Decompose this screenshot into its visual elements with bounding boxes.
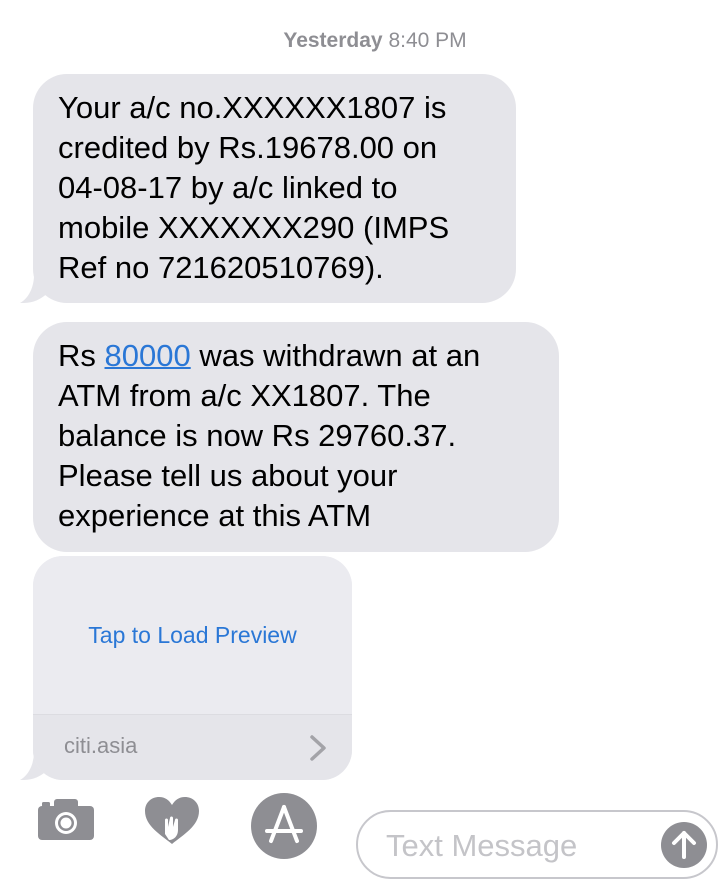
tap-to-load-preview[interactable]: Tap to Load Preview xyxy=(33,622,352,649)
preview-domain: citi.asia xyxy=(64,733,138,758)
imessage-screen: Yesterday 8:40 PM Your a/c no.XXXXXX1807… xyxy=(0,0,723,887)
preview-footer[interactable]: citi.asia xyxy=(33,715,352,780)
incoming-message-bubble[interactable]: Your a/c no.XXXXXX1807 is credited by Rs… xyxy=(33,74,516,303)
message-text: Rs 80000 was withdrawn at an ATM from a/… xyxy=(33,322,559,536)
timestamp-time: 8:40 PM xyxy=(388,29,467,52)
preview-body[interactable]: Tap to Load Preview xyxy=(33,556,352,715)
message-text-prefix: Rs xyxy=(58,338,105,373)
camera-icon[interactable] xyxy=(36,796,96,842)
message-text: Your a/c no.XXXXXX1807 is credited by Rs… xyxy=(58,90,450,285)
digital-touch-icon[interactable] xyxy=(141,794,203,848)
amount-link[interactable]: 80000 xyxy=(105,338,191,373)
chevron-right-icon xyxy=(310,735,326,761)
app-store-icon[interactable] xyxy=(249,791,319,861)
link-preview-card[interactable]: Tap to Load Preview citi.asia xyxy=(33,556,352,780)
send-arrow-icon[interactable] xyxy=(660,821,708,869)
timestamp-day: Yesterday xyxy=(283,29,383,52)
incoming-message-bubble[interactable]: Rs 80000 was withdrawn at an ATM from a/… xyxy=(33,322,559,552)
text-message-field[interactable] xyxy=(356,810,718,879)
text-message-input[interactable] xyxy=(384,822,648,870)
message-timestamp: Yesterday 8:40 PM xyxy=(0,29,723,53)
